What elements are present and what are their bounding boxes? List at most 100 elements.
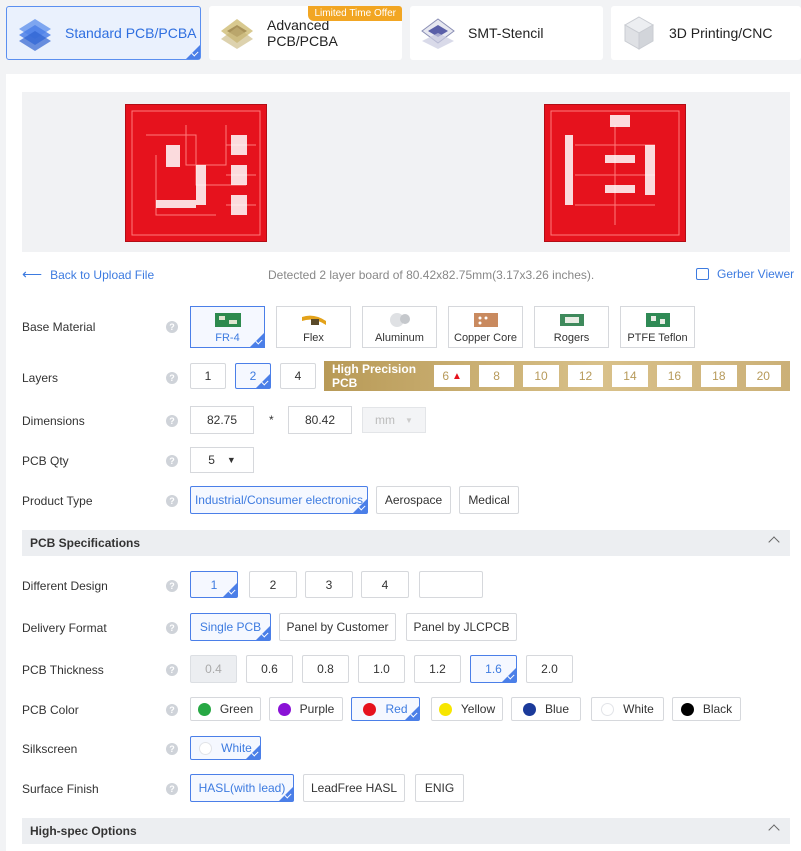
pcb-bottom-trace-icon — [550, 110, 680, 236]
color-swatch — [601, 702, 615, 716]
pcb-stack-icon — [19, 19, 51, 51]
help-icon[interactable]: ? — [166, 664, 178, 676]
thickness-0-4[interactable]: 0.4 — [190, 655, 237, 683]
color-yellow[interactable]: Yellow — [431, 697, 503, 721]
design-option-1[interactable]: 1 — [190, 571, 238, 598]
pcb-top-preview — [125, 104, 267, 242]
material-label: FR-4 — [215, 332, 240, 344]
help-icon[interactable]: ? — [166, 743, 178, 755]
product-type-aerospace[interactable]: Aerospace — [376, 486, 451, 514]
pcb-specifications-section[interactable]: PCB Specifications — [22, 530, 790, 556]
help-icon[interactable]: ? — [166, 783, 178, 795]
color-swatch — [680, 702, 694, 716]
material-rogers[interactable]: Rogers — [534, 306, 609, 348]
fr4-board-icon — [214, 313, 241, 327]
stencil-icon — [421, 18, 455, 49]
delivery-panel-by-jlcpcb[interactable]: Panel by JLCPCB — [406, 613, 517, 641]
thickness-1-0[interactable]: 1.0 — [358, 655, 405, 683]
color-swatch — [277, 702, 291, 716]
layer-option-20[interactable]: 20 — [745, 365, 782, 387]
help-icon[interactable]: ? — [166, 495, 178, 507]
color-red[interactable]: Red — [351, 697, 420, 721]
layer-option-16[interactable]: 16 — [656, 365, 693, 387]
color-green[interactable]: Green — [190, 697, 261, 721]
pcb-color-label: PCB Color — [22, 703, 79, 717]
color-purple[interactable]: Purple — [269, 697, 343, 721]
chevron-down-icon: ▼ — [226, 455, 236, 465]
layer-option-14[interactable]: 14 — [612, 365, 648, 387]
material-fr4[interactable]: FR-4 — [190, 306, 265, 348]
material-copper-core[interactable]: Copper Core — [448, 306, 523, 348]
color-white[interactable]: White — [591, 697, 664, 721]
product-tabs: Standard PCB/PCBA Advanced PCB/PCBA Limi… — [0, 0, 801, 66]
help-icon[interactable]: ? — [166, 372, 178, 384]
layer-option-8[interactable]: 8 — [478, 365, 515, 387]
tab-3d-printing[interactable]: 3D Printing/CNC — [611, 6, 801, 60]
material-ptfe-teflon[interactable]: PTFE Teflon — [620, 306, 695, 348]
order-panel: ⟵ Back to Upload File Detected 2 layer b… — [6, 74, 801, 851]
back-label: Back to Upload File — [50, 267, 155, 282]
thickness-2-0[interactable]: 2.0 — [526, 655, 573, 683]
gerber-label: Gerber Viewer — [717, 267, 795, 281]
silkscreen-white[interactable]: White — [190, 736, 261, 760]
layer-option-18[interactable]: 18 — [701, 365, 737, 387]
dimension-width-input[interactable]: 82.75 — [190, 406, 254, 434]
color-blue[interactable]: Blue — [511, 697, 581, 721]
material-flex[interactable]: Flex — [276, 306, 351, 348]
tab-label: SMT-Stencil — [468, 25, 544, 41]
delivery-panel-by-customer[interactable]: Panel by Customer — [279, 613, 396, 641]
help-icon[interactable]: ? — [166, 622, 178, 634]
dimensions-label: Dimensions — [22, 414, 85, 428]
dimension-height-input[interactable]: 80.42 — [288, 406, 352, 434]
arrow-left-icon: ⟵ — [22, 266, 43, 282]
product-type-medical[interactable]: Medical — [459, 486, 519, 514]
design-option-3[interactable]: 3 — [305, 571, 353, 598]
color-swatch — [199, 741, 213, 755]
layer-option-10[interactable]: 10 — [523, 365, 559, 387]
layer-option-4[interactable]: 4 — [280, 363, 316, 389]
design-custom-input[interactable] — [419, 571, 483, 598]
delivery-single-pcb[interactable]: Single PCB — [190, 613, 271, 641]
tab-standard-pcb[interactable]: Standard PCB/PCBA — [6, 6, 201, 60]
silkscreen-label: Silkscreen — [22, 742, 78, 756]
selected-check-icon — [405, 706, 419, 720]
material-label: Copper Core — [454, 332, 517, 344]
design-option-2[interactable]: 2 — [249, 571, 297, 598]
material-aluminum[interactable]: Aluminum — [362, 306, 437, 348]
layer-option-1[interactable]: 1 — [190, 363, 226, 389]
help-icon[interactable]: ? — [166, 321, 178, 333]
layer-option-6[interactable]: 6 ▲ — [434, 365, 470, 387]
layer-option-2[interactable]: 2 — [235, 363, 271, 389]
help-icon[interactable]: ? — [166, 580, 178, 592]
help-icon[interactable]: ? — [166, 415, 178, 427]
color-black[interactable]: Black — [672, 697, 741, 721]
thickness-0-6[interactable]: 0.6 — [246, 655, 293, 683]
product-type-industrial[interactable]: Industrial/Consumer electronics — [190, 486, 368, 514]
finish-hasl-lead[interactable]: HASL(with lead) — [190, 774, 294, 802]
help-icon[interactable]: ? — [166, 704, 178, 716]
selected-check-icon — [256, 626, 270, 640]
dimension-separator: * — [269, 413, 274, 427]
gerber-viewer-link[interactable]: Gerber Viewer — [696, 267, 794, 281]
pcb-top-trace-icon — [131, 110, 261, 236]
thickness-1-6[interactable]: 1.6 — [470, 655, 517, 683]
thickness-0-8[interactable]: 0.8 — [302, 655, 349, 683]
tab-smt-stencil[interactable]: SMT-Stencil — [410, 6, 603, 60]
hot-flame-icon: ▲ — [452, 370, 462, 382]
layer-option-12[interactable]: 12 — [567, 365, 604, 387]
thickness-label: PCB Thickness — [22, 663, 104, 677]
base-material-label: Base Material — [22, 320, 96, 334]
chevron-up-icon — [768, 536, 780, 548]
dimension-unit-select[interactable]: mm ▼ — [362, 407, 426, 433]
design-option-4[interactable]: 4 — [361, 571, 409, 598]
finish-enig[interactable]: ENIG — [415, 774, 464, 802]
qty-select[interactable]: 5 ▼ — [190, 447, 254, 473]
selected-check-icon — [256, 374, 270, 388]
thickness-1-2[interactable]: 1.2 — [414, 655, 461, 683]
tab-advanced-pcb[interactable]: Advanced PCB/PCBA Limited Time Offer — [209, 6, 402, 60]
aluminum-icon — [389, 313, 410, 327]
finish-leadfree-hasl[interactable]: LeadFree HASL — [303, 774, 405, 802]
help-icon[interactable]: ? — [166, 455, 178, 467]
high-spec-options-section[interactable]: High-spec Options — [22, 818, 790, 844]
back-to-upload-link[interactable]: ⟵ Back to Upload File — [22, 266, 154, 283]
